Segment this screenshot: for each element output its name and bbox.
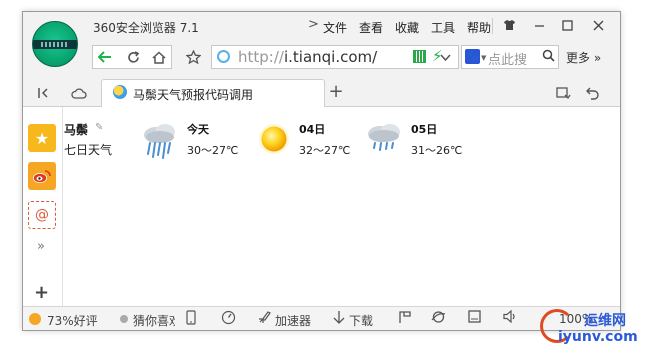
tab-bar: 马鬃天气预报代码调用 + xyxy=(23,74,620,107)
sun-icon xyxy=(259,124,289,154)
menu-help[interactable]: 帮助 xyxy=(467,19,491,36)
flag-icon[interactable] xyxy=(398,310,412,328)
day-label: 05日 xyxy=(411,123,438,136)
day-label: 今天 xyxy=(187,123,209,136)
watermark-top-text: 运维网 xyxy=(584,313,626,329)
new-tab-button[interactable]: + xyxy=(326,83,346,103)
rating-orange-icon xyxy=(29,313,41,325)
search-box[interactable]: 🐾 ▼ 点此搜 xyxy=(461,45,559,69)
more-button[interactable]: 更多 » xyxy=(566,49,601,66)
menu-arrow-icon[interactable]: > xyxy=(308,17,319,32)
search-icon[interactable] xyxy=(542,49,555,66)
address-dropdown-chevron-icon[interactable] xyxy=(433,45,457,69)
sidebar-more-chevron-icon[interactable]: » xyxy=(37,239,45,254)
site-globe-icon xyxy=(217,50,230,63)
tab-weather[interactable]: 马鬃天气预报代码调用 xyxy=(101,79,325,107)
accelerator-button[interactable]: 加速器 xyxy=(275,312,311,329)
title-bar: 360安全浏览器 7.1 > 文件 查看 收藏 工具 帮助 xyxy=(23,12,620,67)
mobile-phone-icon[interactable] xyxy=(186,310,196,329)
day-label: 04日 xyxy=(299,123,326,136)
qr-code-icon[interactable] xyxy=(413,50,426,63)
sidebar-add-button[interactable]: + xyxy=(34,282,49,303)
sidebar: ★ @ » + xyxy=(23,107,63,306)
screenshot-icon[interactable] xyxy=(468,310,481,327)
sidebar-toggle-icon[interactable] xyxy=(31,81,55,105)
app-title: 360安全浏览器 7.1 xyxy=(93,21,199,35)
rain-cloud-icon xyxy=(368,124,400,151)
site-watermark: 运维网 iyunv.com xyxy=(540,309,640,345)
search-engine-paw-icon[interactable]: 🐾 xyxy=(465,49,480,64)
edit-pencil-icon[interactable]: ✎ xyxy=(95,122,105,133)
day-temperature: 32～27℃ xyxy=(299,144,351,157)
search-engine-caret-icon[interactable]: ▼ xyxy=(481,54,486,62)
cloud-icon[interactable] xyxy=(67,81,91,105)
refresh-icon[interactable] xyxy=(121,45,145,69)
maximize-button[interactable] xyxy=(556,14,578,36)
favorite-star-icon[interactable] xyxy=(181,45,205,69)
tab-favicon-icon xyxy=(113,85,127,99)
search-placeholder[interactable]: 点此搜 xyxy=(488,49,527,68)
menu-favorites[interactable]: 收藏 xyxy=(395,19,419,36)
ie-compat-icon[interactable] xyxy=(431,310,446,328)
status-bar: 73%好评 猜你喜欢 加速器 下载 100% xyxy=(23,306,620,330)
tab-label: 马鬃天气预报代码调用 xyxy=(133,88,254,102)
watermark-bottom-text: iyunv.com xyxy=(558,329,638,345)
weather-location: 马鬃 xyxy=(64,123,89,137)
tab-list-icon[interactable] xyxy=(551,81,575,105)
page-content: ★ @ » + 马鬃 ✎ 七日天气 今天 30～27℃ 04日 32～27℃ 0… xyxy=(23,107,620,306)
rain-cloud-icon xyxy=(144,124,175,159)
more-chevron-icon: » xyxy=(593,51,602,65)
rocket-icon[interactable] xyxy=(257,310,271,329)
menu-view[interactable]: 查看 xyxy=(359,19,383,36)
download-button[interactable]: 下载 xyxy=(349,312,373,329)
sidebar-favorites-star-icon[interactable]: ★ xyxy=(28,124,56,152)
menu-tools[interactable]: 工具 xyxy=(431,19,455,36)
speaker-icon[interactable] xyxy=(503,309,518,327)
divider xyxy=(492,18,493,34)
browser-window: 360安全浏览器 7.1 > 文件 查看 收藏 工具 帮助 http://i.t… xyxy=(22,11,621,331)
weather-subtitle: 七日天气 xyxy=(64,143,113,157)
minimize-button[interactable] xyxy=(528,14,550,36)
day-temperature: 30～27℃ xyxy=(187,144,239,157)
undo-close-tab-icon[interactable] xyxy=(581,81,605,105)
download-arrow-icon[interactable] xyxy=(333,310,345,329)
address-bar[interactable]: http://i.tianqi.com/ ⚡ xyxy=(211,45,459,69)
home-icon[interactable] xyxy=(147,45,171,69)
speedometer-icon[interactable] xyxy=(221,310,236,329)
sidebar-weibo-icon[interactable] xyxy=(28,162,56,190)
sidebar-mail-icon[interactable]: @ xyxy=(28,201,56,229)
close-button[interactable] xyxy=(587,14,609,36)
address-url[interactable]: http://i.tianqi.com/ xyxy=(238,48,377,66)
navigation-toolbar: http://i.tianqi.com/ ⚡ 🐾 ▼ 点此搜 更多 » xyxy=(23,41,620,74)
day-temperature: 31～26℃ xyxy=(411,144,463,157)
back-arrow-icon[interactable] xyxy=(93,45,117,69)
guess-you-like[interactable]: 猜你喜欢 xyxy=(133,312,175,329)
rating-text[interactable]: 73%好评 xyxy=(47,312,98,329)
skin-shirt-icon[interactable] xyxy=(498,14,520,36)
guess-dot-icon xyxy=(120,315,128,323)
menu-file[interactable]: 文件 xyxy=(323,19,347,36)
